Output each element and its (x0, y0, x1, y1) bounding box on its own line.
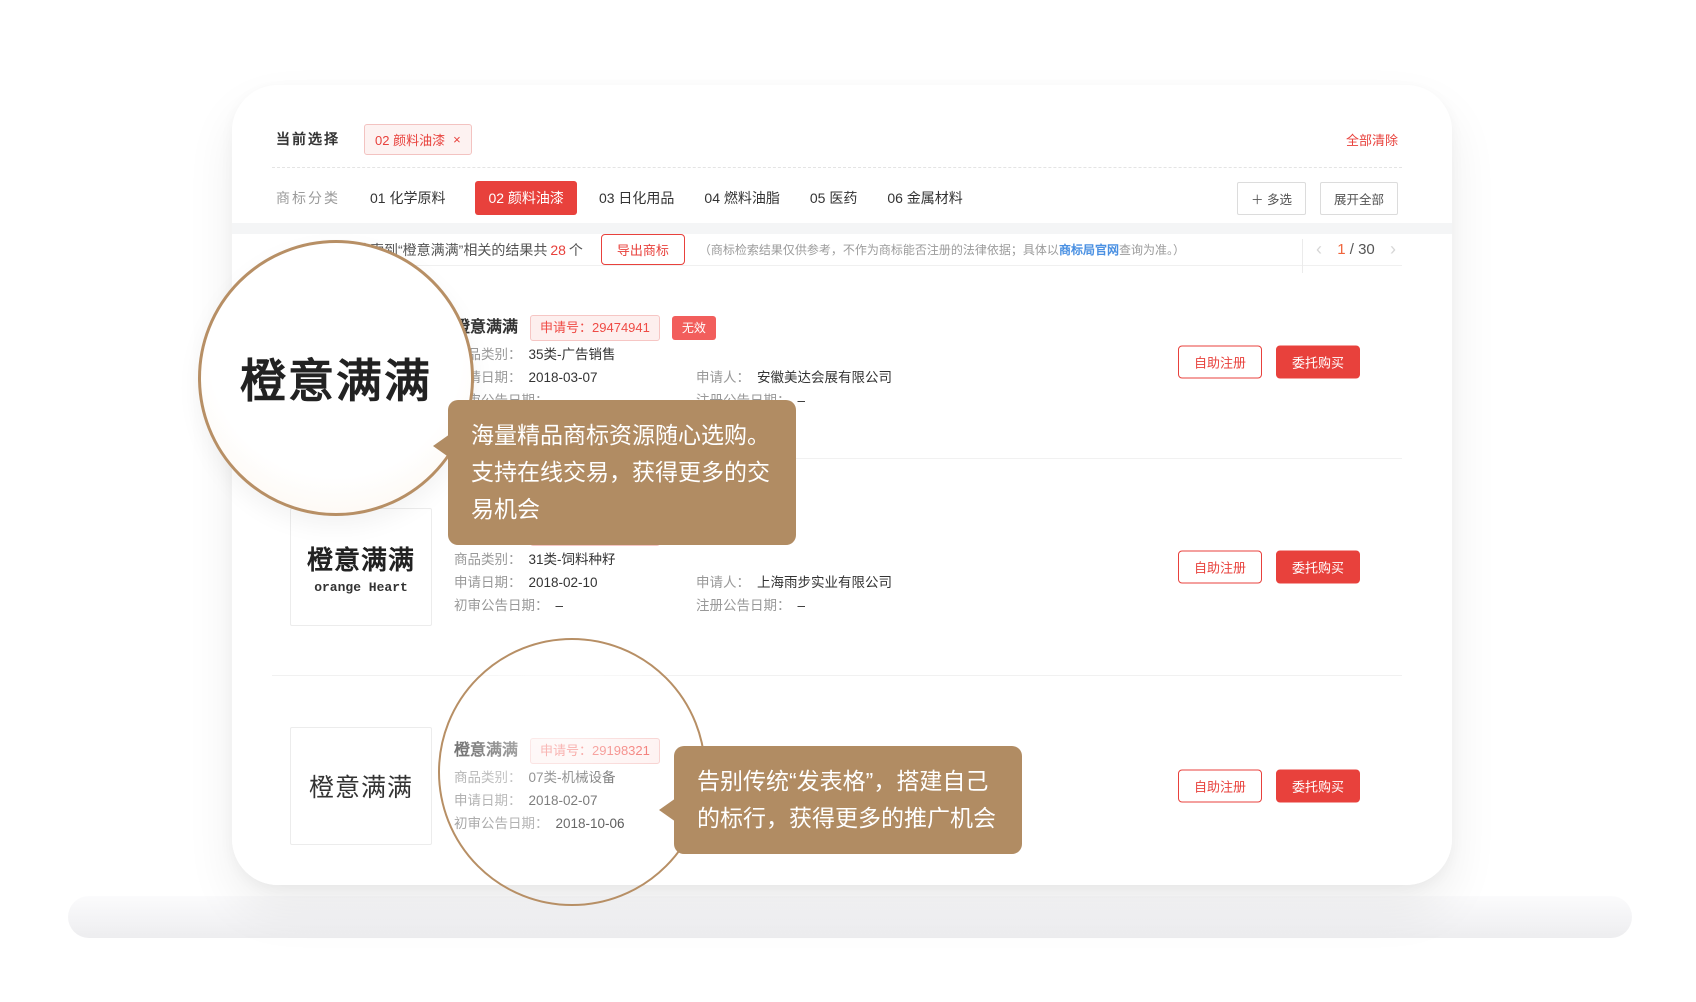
first-publication-label: 初审公告日期： (454, 597, 549, 615)
trademark-image-text: 橙意满满 (309, 344, 413, 380)
current-selection-label: 当前选择 (276, 129, 340, 149)
applicant-value: 安徽美达会展有限公司 (757, 369, 892, 387)
application-number-value: 29198321 (592, 743, 650, 758)
first-publication-value: 2018-10-06 (556, 815, 625, 833)
page: 当前选择 02 颜料油漆 × 全部清除 商标分类 01 化学原料 02 颜料油漆… (0, 0, 1696, 1002)
apply-date-value: 2018-02-10 (529, 574, 598, 592)
selected-filter-tag[interactable]: 02 颜料油漆 × (364, 124, 472, 155)
trademark-detail-1: 橙意满满 申请号：29474941 无效 商品类别： 35类-广告销售 (454, 310, 892, 415)
current-page: 1 (1337, 241, 1345, 258)
current-selection-row: 当前选择 02 颜料油漆 × 全部清除 (272, 111, 1402, 168)
category-value: 31类-饲料种籽 (529, 551, 616, 569)
category-item-04[interactable]: 04 燃料油脂 (704, 188, 779, 208)
trademark-image-text: 橙意满满 (307, 540, 415, 577)
self-register-button[interactable]: 自助注册 (1178, 346, 1262, 379)
registration-publication-value: – (798, 392, 806, 410)
registration-publication-label: 注册公告日期： (696, 597, 791, 615)
page-indicator: 1 / 30 (1337, 241, 1375, 258)
trademark-image-2[interactable]: 橙意满满 orange Heart (290, 508, 432, 626)
next-page-icon[interactable]: › (1390, 239, 1396, 260)
trademark-office-link[interactable]: 商标局官网 (1059, 243, 1119, 257)
callout-tooltip-1: 海量精品商标资源随心选购。支持在线交易，获得更多的交易机会 (448, 400, 796, 545)
registration-publication-value: – (798, 597, 806, 615)
self-register-button[interactable]: 自助注册 (1178, 769, 1262, 802)
category-item-03[interactable]: 03 日化用品 (599, 188, 674, 208)
status-badge-invalid: 无效 (672, 316, 716, 340)
category-item-06[interactable]: 06 金属材料 (887, 188, 962, 208)
remove-filter-icon[interactable]: × (453, 132, 461, 147)
apply-date-value: 2018-02-07 (529, 792, 598, 810)
category-filter-label: 商标分类 (276, 188, 340, 208)
application-number-label: 申请号： (540, 320, 592, 335)
trademark-image-3[interactable]: 橙意满满 (290, 727, 432, 845)
multi-select-button[interactable]: ＋ 多选 (1237, 182, 1306, 215)
apply-date-value: 2018-03-07 (529, 369, 598, 387)
page-separator: / (1350, 241, 1354, 258)
prev-page-icon[interactable]: ‹ (1316, 239, 1322, 260)
expand-all-button[interactable]: 展开全部 (1320, 182, 1398, 215)
total-pages: 30 (1358, 241, 1375, 258)
applicant-value: 上海雨步实业有限公司 (757, 574, 892, 592)
apply-date-label: 申请日期： (454, 369, 522, 387)
pagination: ‹ 1 / 30 › (1310, 234, 1402, 265)
category-item-05[interactable]: 05 医药 (810, 188, 857, 208)
laptop-base (68, 896, 1632, 938)
filter-panel: 当前选择 02 颜料油漆 × 全部清除 商标分类 01 化学原料 02 颜料油漆… (272, 111, 1402, 228)
applicant-label: 申请人： (696, 369, 750, 387)
category-item-01[interactable]: 01 化学原料 (370, 188, 445, 208)
entrust-buy-button[interactable]: 委托购买 (1276, 551, 1360, 584)
results-header: 检索到“橙意满满”相关的结果共28个 导出商标 （商标检索结果仅供参考，不作为商… (272, 234, 1402, 266)
apply-date-label: 申请日期： (454, 574, 522, 592)
category-value: 07类-机械设备 (529, 769, 616, 787)
disclaimer-pre: （商标检索结果仅供参考，不作为商标能否注册的法律依据；具体以 (699, 243, 1059, 257)
export-trademark-button[interactable]: 导出商标 (601, 234, 685, 265)
application-number-tag: 申请号：29198321 (530, 738, 660, 764)
category-value: 35类-广告销售 (529, 346, 616, 364)
application-number-label: 申请号： (540, 743, 592, 758)
apply-date-label: 申请日期： (454, 792, 522, 810)
trademark-row-2[interactable]: 橙意满满 orange Heart 橙意满满 申请号：29482153 已注册 (272, 459, 1402, 676)
results-summary-text: 检索到“橙意满满”相关的结果共 (356, 242, 547, 258)
first-publication-value: – (556, 597, 564, 615)
panel-divider (232, 223, 1452, 234)
trademark-image-1[interactable]: 橙意满满 (290, 303, 432, 421)
entrust-buy-button[interactable]: 委托购买 (1276, 346, 1360, 379)
trademark-name[interactable]: 橙意满满 (454, 319, 518, 337)
trademark-image-text: 橙意满满 (309, 768, 413, 804)
results-count-unit: 个 (569, 242, 583, 258)
results-summary: 检索到“橙意满满”相关的结果共28个 (272, 240, 583, 260)
row-actions-1: 自助注册 委托购买 (1178, 346, 1360, 379)
category-row: 商标分类 01 化学原料 02 颜料油漆 03 日化用品 04 燃料油脂 05 … (272, 168, 1402, 228)
disclaimer-text: （商标检索结果仅供参考，不作为商标能否注册的法律依据；具体以商标局官网查询为准。… (699, 241, 1185, 258)
self-register-button[interactable]: 自助注册 (1178, 551, 1262, 584)
trademark-name[interactable]: 橙意满满 (454, 742, 518, 760)
first-publication-label: 初审公告日期： (454, 815, 549, 833)
row-actions-2: 自助注册 委托购买 (1178, 551, 1360, 584)
results-count: 28 (547, 242, 569, 258)
category-label: 商品类别： (454, 769, 522, 787)
row-actions-3: 自助注册 委托购买 (1178, 769, 1360, 802)
application-number-tag: 申请号：29474941 (530, 315, 660, 341)
disclaimer-post: 查询为准。） (1119, 243, 1185, 257)
selected-filter-tag-label: 02 颜料油漆 (375, 130, 445, 149)
application-number-value: 29474941 (592, 320, 650, 335)
clear-all-button[interactable]: 全部清除 (1346, 130, 1398, 149)
trademark-row-1[interactable]: 橙意满满 橙意满满 申请号：29474941 无效 商品类 (272, 266, 1402, 459)
category-label: 商品类别： (454, 346, 522, 364)
trademark-detail-3: 橙意满满 申请号：29198321 商品类别： 07类-机械设备 (454, 733, 696, 838)
category-label: 商品类别： (454, 551, 522, 569)
trademark-image-subtext: orange Heart (314, 580, 408, 595)
category-item-02-selected[interactable]: 02 颜料油漆 (475, 181, 576, 215)
applicant-label: 申请人： (696, 574, 750, 592)
entrust-buy-button[interactable]: 委托购买 (1276, 769, 1360, 802)
callout-tooltip-2: 告别传统“发表格”，搭建自己的标行，获得更多的推广机会 (674, 746, 1022, 854)
